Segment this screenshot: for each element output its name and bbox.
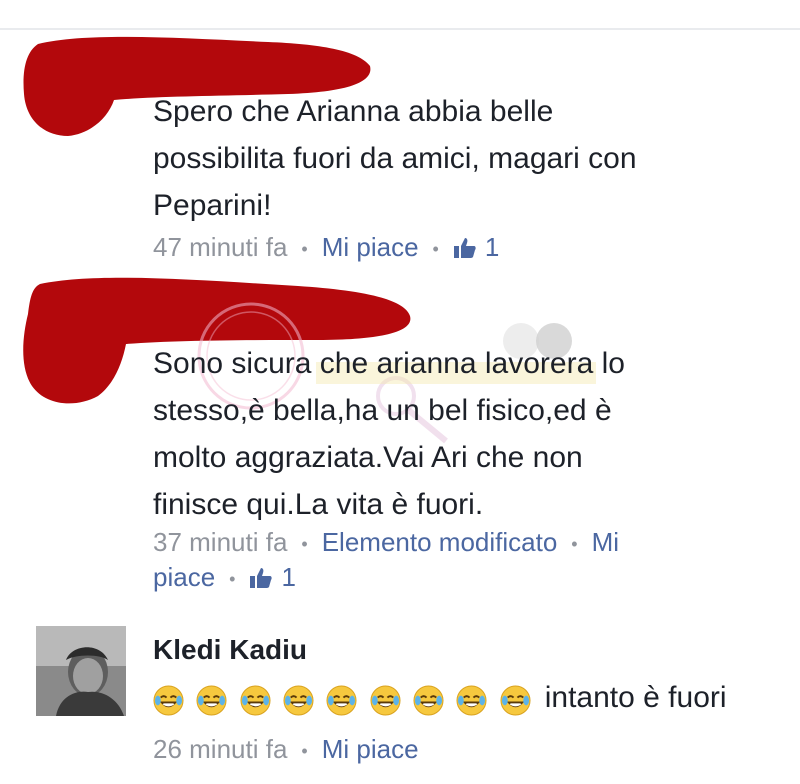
timestamp[interactable]: 26 minuti fa (153, 734, 287, 764)
separator-dot: • (301, 239, 308, 260)
like-button[interactable]: Mi (592, 527, 619, 557)
like-button[interactable]: piace (153, 562, 215, 592)
like-count[interactable]: 1 (485, 232, 499, 262)
separator-dot: • (571, 534, 578, 555)
like-button[interactable]: Mi piace (322, 734, 419, 764)
face-with-tears-of-joy-icon (196, 685, 227, 716)
comment-meta: 37 minuti fa • Elemento modificato • Mi (153, 525, 619, 561)
face-with-tears-of-joy-icon (413, 685, 444, 716)
face-with-tears-of-joy-icon (153, 685, 184, 716)
face-with-tears-of-joy-icon (500, 685, 531, 716)
author-name[interactable]: Kledi Kadiu (153, 634, 307, 666)
face-with-tears-of-joy-icon (283, 685, 314, 716)
edited-label[interactable]: Elemento modificato (322, 527, 558, 557)
separator-dot: • (301, 534, 308, 555)
comment-text: Spero che Arianna abbia belle possibilit… (153, 95, 637, 222)
emoji-row (153, 676, 535, 723)
like-button[interactable]: Mi piace (322, 232, 419, 262)
face-with-tears-of-joy-icon (240, 685, 271, 716)
separator-dot: • (301, 741, 308, 762)
thumbs-up-icon[interactable] (249, 567, 273, 589)
comment-text: Sono sicura che arianna lavorera lo stes… (153, 347, 625, 521)
avatar[interactable] (36, 626, 126, 716)
separator-dot: • (229, 569, 236, 590)
thumbs-up-icon[interactable] (453, 237, 477, 259)
timestamp[interactable]: 47 minuti fa (153, 232, 287, 262)
comment-text: intanto è fuori (153, 674, 727, 723)
comment-meta-line2: piace • 1 (153, 560, 296, 596)
face-with-tears-of-joy-icon (326, 685, 357, 716)
comment-text-after-emoji: intanto è fuori (544, 681, 727, 714)
comment-meta: 47 minuti fa • Mi piace • 1 (153, 230, 499, 266)
face-with-tears-of-joy-icon (370, 685, 401, 716)
like-count[interactable]: 1 (281, 562, 295, 592)
face-with-tears-of-joy-icon (456, 685, 487, 716)
comment-meta: 26 minuti fa • Mi piace (153, 732, 419, 768)
timestamp[interactable]: 37 minuti fa (153, 527, 287, 557)
separator-dot: • (432, 239, 439, 260)
